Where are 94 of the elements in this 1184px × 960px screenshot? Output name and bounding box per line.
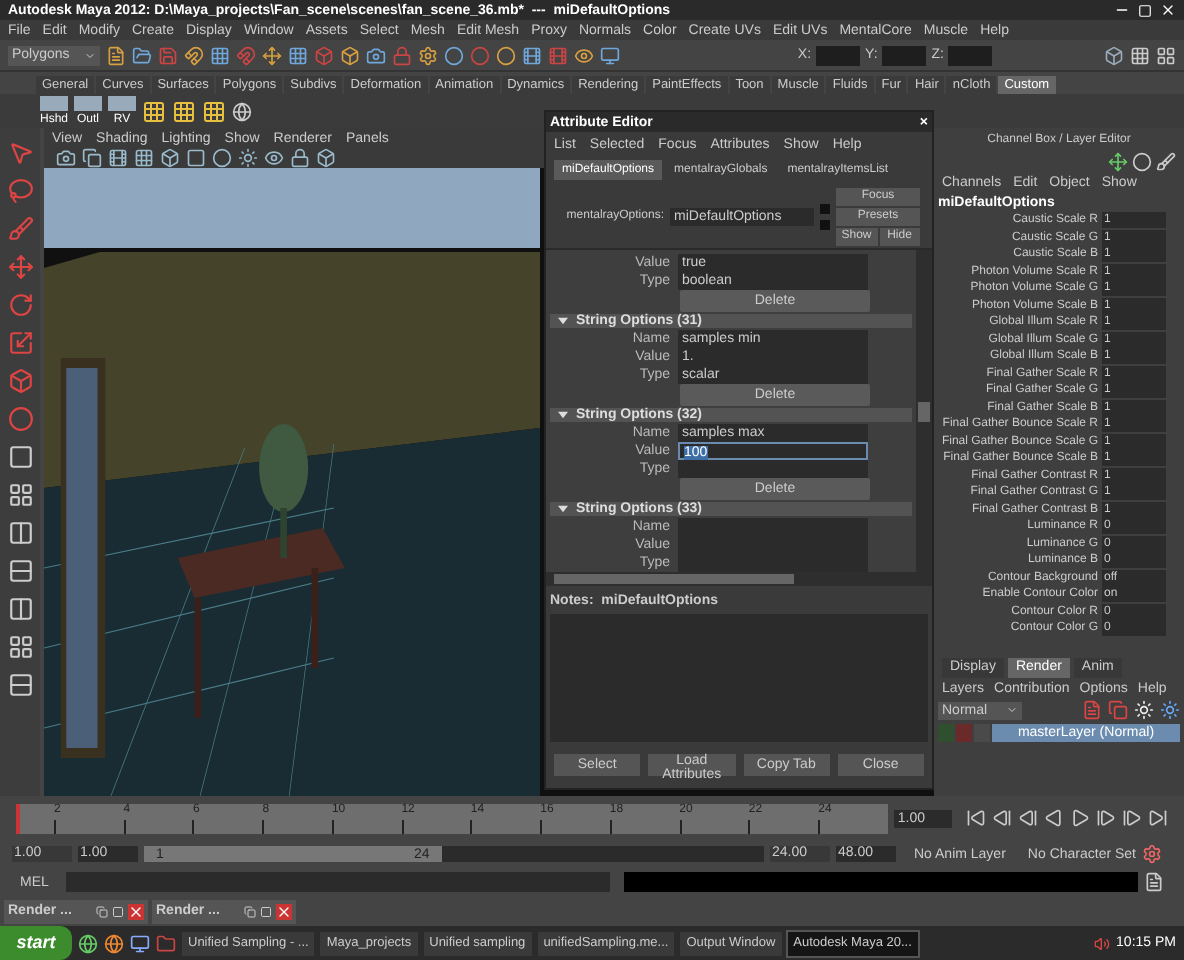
text-field[interactable] [678, 460, 868, 478]
film-icon[interactable] [522, 45, 542, 65]
brush-icon[interactable] [1156, 152, 1176, 172]
camera-icon[interactable] [366, 45, 386, 65]
start-button[interactable]: start [0, 926, 72, 960]
step-forward-icon[interactable] [1122, 808, 1142, 828]
volume-icon[interactable] [1094, 935, 1111, 951]
folder-icon[interactable] [132, 45, 152, 65]
text-field[interactable] [678, 518, 868, 536]
circle-icon[interactable] [496, 45, 516, 65]
step-forward-icon[interactable] [1096, 808, 1116, 828]
cube-icon[interactable] [1104, 45, 1124, 65]
four-pane-icon[interactable] [7, 634, 33, 660]
grid-icon[interactable] [210, 45, 230, 65]
skip-forward-icon[interactable] [1148, 808, 1168, 828]
sun-icon[interactable] [1160, 700, 1180, 720]
sun-icon[interactable] [238, 148, 258, 168]
cube-icon[interactable] [316, 148, 336, 168]
grid-icon[interactable] [202, 99, 226, 123]
two-rows-icon[interactable] [7, 672, 33, 698]
command-input[interactable] [66, 872, 611, 892]
play-reverse-icon[interactable] [1044, 808, 1064, 828]
grid-icon[interactable] [1130, 45, 1150, 65]
node-output-icon[interactable] [820, 219, 830, 229]
copy-icon[interactable] [82, 148, 102, 168]
document-icon[interactable] [1082, 700, 1102, 720]
monitor-icon[interactable] [130, 933, 150, 953]
expand-triangle-icon[interactable] [558, 410, 568, 420]
coordinate-field[interactable] [881, 45, 926, 65]
single-pane-icon[interactable] [7, 444, 33, 470]
caret-icon [1006, 704, 1018, 716]
camera-icon[interactable] [56, 148, 76, 168]
settings-icon[interactable] [418, 45, 438, 65]
text-field[interactable] [678, 554, 868, 572]
close-icon[interactable] [1160, 2, 1176, 18]
grid-icon[interactable] [288, 45, 308, 65]
two-columns-icon[interactable] [7, 596, 33, 622]
magnet-icon[interactable] [184, 45, 204, 65]
globe-icon[interactable] [232, 101, 252, 121]
cube-icon[interactable] [7, 368, 33, 394]
move-icon[interactable] [7, 254, 33, 280]
pointer-icon[interactable] [7, 140, 33, 166]
step-back-icon[interactable] [1018, 808, 1038, 828]
four-pane-icon[interactable] [7, 482, 33, 508]
circle-icon[interactable] [444, 45, 464, 65]
sphere-icon[interactable] [212, 148, 232, 168]
render-toggle[interactable] [956, 724, 972, 742]
coordinate-field[interactable] [815, 45, 860, 65]
grid-icon[interactable] [142, 99, 166, 123]
settings-icon[interactable] [1142, 844, 1163, 864]
layer-toggle[interactable] [974, 724, 990, 742]
layout-icon[interactable] [1156, 45, 1176, 65]
two-columns-icon[interactable] [7, 520, 33, 546]
restore-icon[interactable] [244, 905, 256, 917]
script-editor-icon[interactable] [1144, 872, 1164, 892]
coordinate-field[interactable] [948, 45, 992, 65]
lock-icon[interactable] [290, 148, 310, 168]
scale-icon[interactable] [7, 330, 33, 356]
grid-icon[interactable] [172, 99, 196, 123]
square-icon[interactable] [186, 148, 206, 168]
move-icon[interactable] [262, 45, 282, 65]
expand-triangle-icon[interactable] [558, 316, 568, 326]
caret-icon [84, 49, 96, 61]
cube-icon[interactable] [340, 45, 360, 65]
step-back-icon[interactable] [992, 808, 1012, 828]
new-file-icon[interactable] [106, 45, 126, 65]
lasso-icon[interactable] [7, 178, 33, 204]
move-icon[interactable] [1108, 152, 1128, 172]
folder-icon[interactable] [156, 933, 176, 953]
eye-icon[interactable] [574, 45, 594, 65]
horizontal-scrollbar[interactable] [546, 572, 932, 586]
play-icon[interactable] [1070, 808, 1090, 828]
close-icon[interactable] [128, 903, 144, 919]
skip-back-icon[interactable] [966, 808, 986, 828]
eye-icon[interactable] [264, 148, 284, 168]
restore-icon[interactable] [96, 905, 108, 917]
monitor-icon[interactable] [600, 45, 620, 65]
maximize-icon[interactable] [112, 905, 124, 917]
two-rows-icon[interactable] [7, 558, 33, 584]
sphere-icon[interactable] [7, 406, 33, 432]
globe-icon[interactable] [78, 933, 98, 953]
cube-icon[interactable] [160, 148, 180, 168]
rotate-icon[interactable] [7, 292, 33, 318]
current-time-marker[interactable] [16, 803, 20, 833]
close-icon[interactable] [276, 903, 292, 919]
vertical-scrollbar[interactable] [916, 250, 932, 572]
expand-triangle-icon[interactable] [558, 504, 568, 514]
globe-icon[interactable] [104, 933, 124, 953]
maximize-icon[interactable] [260, 905, 272, 917]
sun-icon[interactable] [1134, 700, 1154, 720]
visibility-toggle[interactable] [938, 724, 954, 742]
film-icon[interactable] [108, 148, 128, 168]
node-input-icon[interactable] [820, 203, 830, 213]
grid-icon[interactable] [134, 148, 154, 168]
